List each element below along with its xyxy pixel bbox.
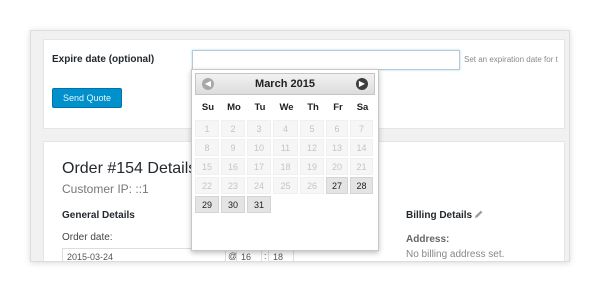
expire-date-input[interactable] [192, 50, 460, 70]
calendar-day: 25 [273, 177, 298, 194]
calendar-day[interactable]: 28 [350, 177, 373, 194]
calendar-day: 24 [247, 177, 271, 194]
calendar-day[interactable]: 30 [221, 196, 245, 213]
weekday-header: Tu [254, 102, 266, 113]
weekday-header: Th [307, 102, 319, 113]
expire-date-description: Set an expiration date for t [464, 55, 558, 64]
calendar-day[interactable]: 29 [195, 196, 219, 213]
weekday-header: We [279, 102, 294, 113]
calendar-day: 23 [221, 177, 245, 194]
general-details-heading: General Details [62, 210, 135, 221]
calendar-day: 15 [195, 158, 219, 175]
no-billing-address: No billing address set. [406, 249, 505, 260]
calendar-day: 26 [300, 177, 324, 194]
days-of-week: Su Mo Tu We Th Fr Sa [195, 102, 375, 113]
calendar-day: 16 [221, 158, 245, 175]
calendar-day: 1 [195, 120, 219, 137]
calendar-empty-cell [273, 196, 298, 213]
calendar-day: 18 [273, 158, 298, 175]
calendar-day: 7 [350, 120, 373, 137]
calendar-day: 21 [350, 158, 373, 175]
calendar-day: 19 [300, 158, 324, 175]
calendar-empty-cell [350, 196, 373, 213]
calendar-day[interactable]: 27 [326, 177, 348, 194]
weekday-header: Mo [227, 102, 241, 113]
calendar-day: 4 [273, 120, 298, 137]
expire-date-label: Expire date (optional) [52, 54, 155, 65]
datepicker: ◀ March 2015 ▶ Su Mo Tu We Th Fr Sa 1234567891… [191, 69, 379, 251]
calendar-day: 2 [221, 120, 245, 137]
calendar-day: 6 [326, 120, 348, 137]
calendar-day: 9 [221, 139, 245, 156]
calendar-day: 8 [195, 139, 219, 156]
calendar-day: 22 [195, 177, 219, 194]
weekday-header: Fr [333, 102, 343, 113]
pencil-icon[interactable] [474, 209, 484, 219]
order-title: Order #154 Details [62, 160, 197, 177]
calendar-day: 5 [300, 120, 324, 137]
next-arrow-icon[interactable]: ▶ [356, 78, 368, 90]
customer-ip: Customer IP: ::1 [62, 182, 149, 196]
calendar-day: 13 [326, 139, 348, 156]
calendar-empty-cell [300, 196, 324, 213]
billing-details-heading: Billing Details [406, 210, 473, 221]
weekday-header: Sa [356, 102, 369, 113]
colon-separator: : [264, 251, 267, 261]
calendar-day: 10 [247, 139, 271, 156]
calendar-day: 12 [300, 139, 324, 156]
calendar-day: 3 [247, 120, 271, 137]
calendar-day[interactable]: 31 [247, 196, 271, 213]
order-date-label: Order date: [62, 232, 113, 243]
calendar-day: 11 [273, 139, 298, 156]
address-label: Address: [406, 234, 450, 245]
calendar-grid: 1 2 3 4 5 6 7 8 9 10 11 12 13 14 15 16 17 18 19 20 21 22 23 24 2… [195, 120, 375, 213]
calendar-day: 17 [247, 158, 271, 175]
calendar-day: 14 [350, 139, 373, 156]
calendar-day: 20 [326, 158, 348, 175]
admin-window: Expire date (optional) Set an expiration… [30, 30, 570, 262]
weekday-header: Su [201, 102, 215, 113]
send-quote-button[interactable]: Send Quote [52, 88, 122, 108]
datepicker-title: March 2015 [255, 78, 315, 90]
calendar-empty-cell [326, 196, 348, 213]
datepicker-header: ◀ March 2015 ▶ [195, 73, 375, 95]
